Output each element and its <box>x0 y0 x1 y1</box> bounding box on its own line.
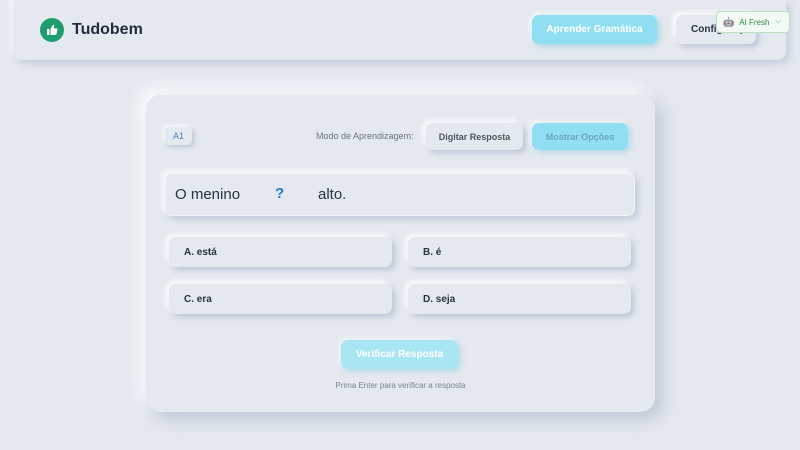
sentence-box: O menino ? alto. <box>165 173 635 216</box>
robot-icon: 🤖 <box>723 16 735 27</box>
brand-name: Tudobem <box>72 21 143 38</box>
option-c-button[interactable]: C. era <box>169 284 392 314</box>
learn-grammar-button[interactable]: Aprender Gramática <box>532 15 657 44</box>
option-d-button[interactable]: D. seja <box>408 284 631 314</box>
mode-show-options-button[interactable]: Mostrar Opções <box>532 123 628 150</box>
brand-logo[interactable]: Tudobem <box>40 18 143 42</box>
chevron-down-icon: ⌵ <box>775 18 781 25</box>
level-badge: A1 <box>165 127 192 145</box>
blank-placeholder: ? <box>275 185 285 202</box>
sentence-end: alto. <box>318 186 347 203</box>
option-b-button[interactable]: B. é <box>408 237 631 267</box>
ai-model-label: AI Fresh <box>739 17 770 27</box>
verify-answer-button[interactable]: Verificar Resposta <box>341 340 458 369</box>
exercise-card: A1 Modo de Aprendizagem: Digitar Respost… <box>146 95 655 412</box>
option-a-button[interactable]: A. está <box>169 237 392 267</box>
top-header: Tudobem Aprender Gramática Configurações <box>14 0 786 60</box>
keyboard-hint: Prima Enter para verificar a resposta <box>335 381 466 390</box>
mode-label: Modo de Aprendizagem: <box>316 131 414 141</box>
ai-model-selector[interactable]: 🤖 AI Fresh ⌵ <box>716 11 790 33</box>
mode-type-answer-button[interactable]: Digitar Resposta <box>426 123 523 150</box>
sentence-start: O menino <box>175 186 241 203</box>
thumbs-up-icon <box>40 18 64 42</box>
